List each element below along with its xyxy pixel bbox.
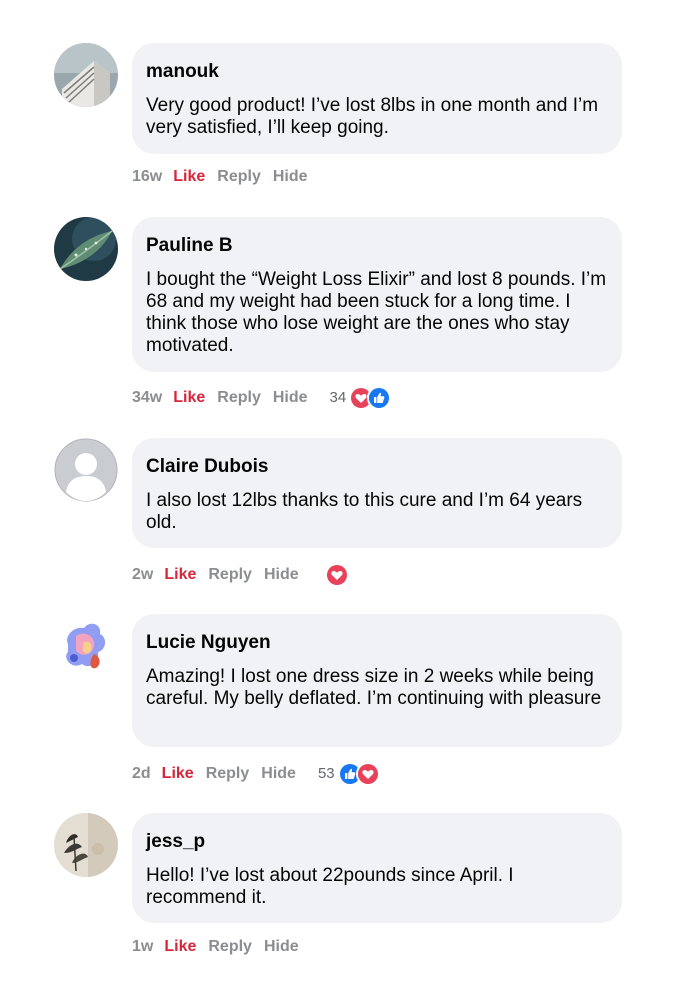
comment-bubble: Lucie Nguyen Amazing! I lost one dress s… <box>132 614 622 747</box>
like-button[interactable]: Like <box>164 565 196 585</box>
like-button[interactable]: Like <box>173 388 205 408</box>
avatar[interactable] <box>54 614 118 678</box>
comment-author[interactable]: Lucie Nguyen <box>146 632 608 654</box>
reaction-summary[interactable]: 53 <box>318 762 380 786</box>
hide-button[interactable]: Hide <box>264 937 299 957</box>
reply-button[interactable]: Reply <box>217 388 261 408</box>
comment-author[interactable]: jess_p <box>146 831 608 853</box>
hide-button[interactable]: Hide <box>273 388 308 408</box>
hide-button[interactable]: Hide <box>273 167 308 187</box>
comment-timestamp[interactable]: 34w <box>132 388 162 408</box>
comment-text: Hello! I’ve lost about 22pounds since Ap… <box>146 865 514 908</box>
comment-actions: 34w Like Reply Hide 34 <box>132 386 392 410</box>
reply-button[interactable]: Reply <box>208 565 252 585</box>
comment-actions: 2d Like Reply Hide 53 <box>132 762 380 786</box>
comment-text: I bought the “Weight Loss Elixir” and lo… <box>146 269 607 356</box>
avatar[interactable] <box>54 43 118 107</box>
comment-author[interactable]: Pauline B <box>146 235 608 257</box>
reply-button[interactable]: Reply <box>206 764 250 784</box>
like-icon <box>367 386 392 410</box>
comment-actions: 2w Like Reply Hide <box>132 563 349 587</box>
comment-bubble: Claire Dubois I also lost 12lbs thanks t… <box>132 438 622 548</box>
comment-actions: 16w Like Reply Hide <box>132 167 308 187</box>
love-icon <box>324 563 349 587</box>
comment-timestamp[interactable]: 1w <box>132 937 153 957</box>
reply-button[interactable]: Reply <box>217 167 261 187</box>
comment-text: Amazing! I lost one dress size in 2 week… <box>146 666 602 709</box>
comment-bubble: Pauline B I bought the “Weight Loss Elix… <box>132 217 622 372</box>
hide-button[interactable]: Hide <box>264 565 299 585</box>
comment-bubble: jess_p Hello! I’ve lost about 22pounds s… <box>132 813 622 923</box>
reaction-count: 34 <box>329 389 347 406</box>
reaction-summary[interactable] <box>324 563 349 587</box>
reaction-count: 53 <box>317 765 335 782</box>
love-icon <box>355 762 380 786</box>
reaction-summary[interactable]: 34 <box>330 386 392 410</box>
comment-timestamp[interactable]: 2d <box>132 764 151 784</box>
avatar[interactable] <box>54 813 118 877</box>
plant-shadow-photo-icon <box>54 813 118 877</box>
building-photo-icon <box>54 43 118 107</box>
comment-text: Very good product! I’ve lost 8lbs in one… <box>146 95 599 138</box>
like-button[interactable]: Like <box>164 937 196 957</box>
comment-actions: 1w Like Reply Hide <box>132 937 299 957</box>
avatar[interactable] <box>54 438 118 502</box>
comment-timestamp[interactable]: 2w <box>132 565 153 585</box>
comment-bubble: manouk Very good product! I’ve lost 8lbs… <box>132 43 622 154</box>
reply-button[interactable]: Reply <box>208 937 252 957</box>
like-button[interactable]: Like <box>173 167 205 187</box>
abstract-art-icon <box>54 614 118 678</box>
avatar[interactable] <box>54 217 118 281</box>
like-button[interactable]: Like <box>162 764 194 784</box>
default-profile-icon <box>54 438 118 502</box>
comment-author[interactable]: Claire Dubois <box>146 456 608 478</box>
comment-timestamp[interactable]: 16w <box>132 167 162 187</box>
leaf-photo-icon <box>54 217 118 281</box>
hide-button[interactable]: Hide <box>261 764 296 784</box>
comment-author[interactable]: manouk <box>146 61 608 83</box>
comment-text: I also lost 12lbs thanks to this cure an… <box>146 490 583 533</box>
